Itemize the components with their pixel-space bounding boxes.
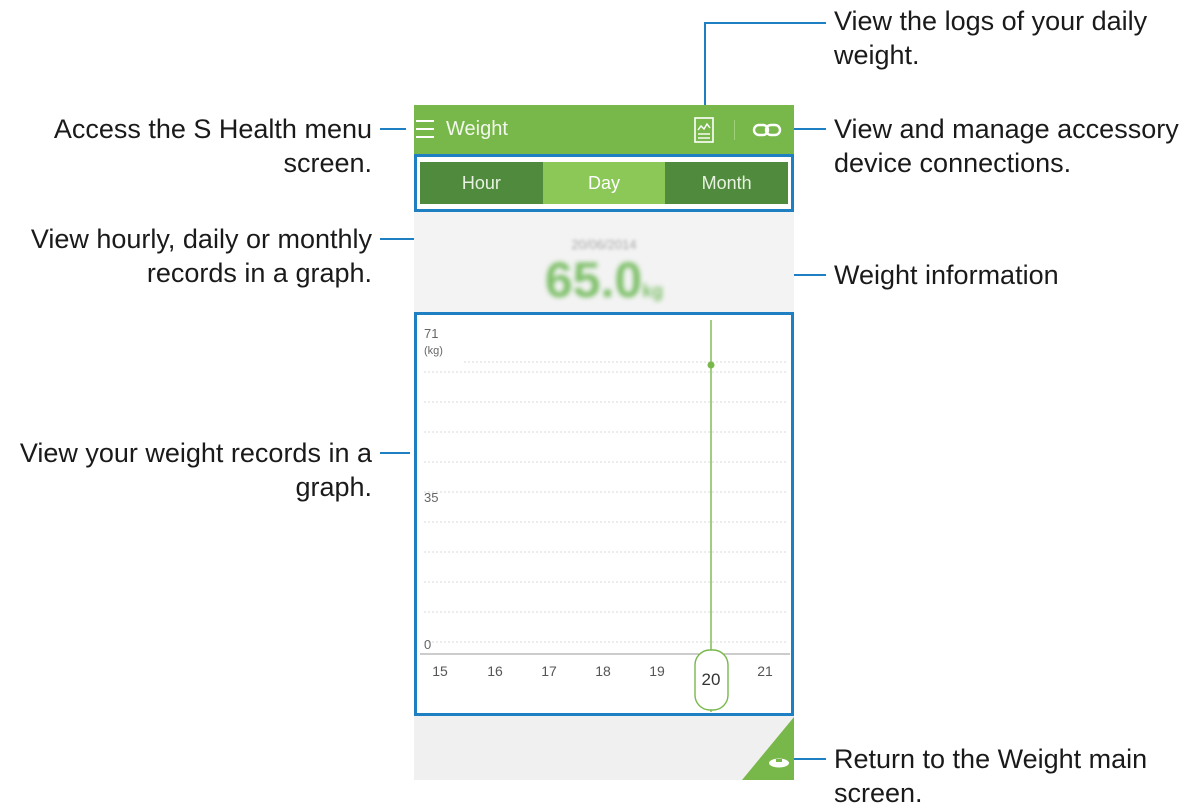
callout-info: Weight information <box>834 258 1184 292</box>
callout-tabs-line2: records in a graph. <box>146 258 372 288</box>
app-title: Weight <box>446 118 508 140</box>
weight-unit: kg <box>642 281 664 301</box>
callout-graph-line1: View your weight records in a <box>19 438 372 468</box>
return-to-main-button[interactable] <box>742 717 794 780</box>
callout-return-line1: Return to the Weight main <box>834 744 1148 774</box>
highlight-tabs <box>414 154 794 212</box>
callout-graph-line2: graph. <box>295 472 372 502</box>
callout-accessory-line2: device connections. <box>834 148 1072 178</box>
bottom-area <box>414 714 794 780</box>
weight-info: 20/06/2014 65.0kg <box>414 211 794 314</box>
connector-logs-horizontal <box>704 22 826 24</box>
log-icon[interactable] <box>692 116 716 144</box>
callout-tabs: View hourly, daily or monthly records in… <box>0 222 372 290</box>
scale-icon <box>769 758 789 768</box>
callout-menu-line2: screen. <box>283 148 372 178</box>
callout-accessory-line1: View and manage accessory <box>834 114 1179 144</box>
callout-menu: Access the S Health menu screen. <box>0 112 372 180</box>
callout-logs: View the logs of your daily weight. <box>834 4 1184 72</box>
callout-tabs-line1: View hourly, daily or monthly <box>30 224 372 254</box>
appbar-divider <box>734 120 735 140</box>
connector-graph <box>380 452 410 454</box>
callout-return: Return to the Weight main screen. <box>834 742 1184 810</box>
callout-accessory: View and manage accessory device connect… <box>834 112 1190 180</box>
highlight-graph <box>414 312 794 716</box>
accessory-link-icon[interactable] <box>752 119 782 141</box>
weight-date: 20/06/2014 <box>571 237 637 252</box>
connector-logs-vertical <box>704 22 706 118</box>
callout-logs-line2: weight. <box>834 40 920 70</box>
weight-value-row: 65.0kg <box>414 251 794 309</box>
app-bar: Weight <box>414 105 794 155</box>
callout-return-line2: screen. <box>834 778 923 808</box>
callout-info-line1: Weight information <box>834 260 1059 290</box>
weight-value: 65.0 <box>544 252 643 308</box>
callout-logs-line1: View the logs of your daily <box>834 6 1148 36</box>
callout-menu-line1: Access the S Health menu <box>53 114 372 144</box>
menu-icon[interactable] <box>416 118 434 140</box>
callout-graph: View your weight records in a graph. <box>0 436 372 504</box>
connector-menu <box>380 128 406 130</box>
